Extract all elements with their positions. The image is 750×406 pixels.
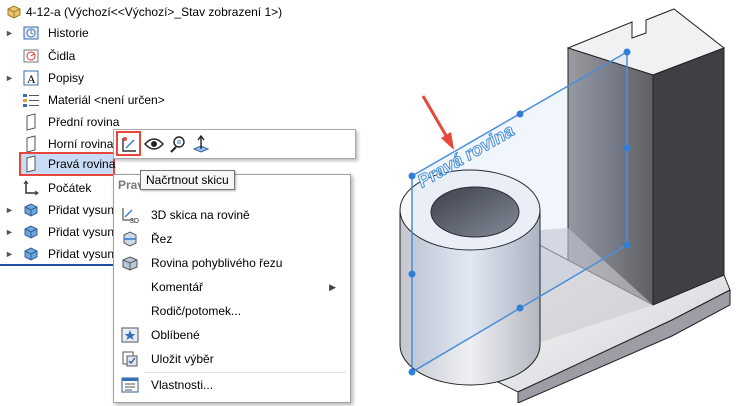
expand-arrow-icon[interactable]: ► — [5, 73, 14, 83]
moving-section-plane-icon — [120, 253, 140, 273]
annotations-icon: A — [21, 69, 41, 87]
save-selection-icon — [120, 349, 140, 369]
expand-arrow-icon[interactable]: ► — [5, 249, 14, 259]
history-folder-icon — [21, 24, 41, 42]
properties-icon — [120, 375, 140, 395]
menu-item-label: Řez — [151, 232, 173, 246]
favorites-star-icon — [120, 325, 140, 345]
expand-arrow-icon[interactable]: ► — [5, 28, 14, 38]
part-icon — [4, 3, 24, 21]
rollback-bar[interactable] — [0, 264, 113, 266]
tree-item-label: Pravá rovina — [48, 157, 116, 171]
tree-item-label: Přidat vysun — [48, 225, 115, 239]
tree-item-label: Popisy — [48, 71, 85, 85]
svg-text:3D: 3D — [130, 218, 139, 224]
expand-arrow-icon[interactable]: ► — [5, 227, 14, 237]
section-view-icon — [120, 229, 140, 249]
tree-item-label: Historie — [48, 26, 89, 40]
pointer-arrow — [421, 95, 454, 150]
menu-item-parent-child[interactable]: Rodič/potomek... — [114, 299, 350, 323]
menu-item-properties[interactable]: Vlastnosti... — [114, 373, 350, 397]
extrude-feature-icon — [21, 245, 41, 263]
svg-text:A: A — [27, 72, 36, 86]
tree-item-label: Přidat vysun — [48, 247, 115, 261]
context-menu: Pravá rovina 3D 3D skica na rovině Řez R… — [113, 174, 351, 403]
extrude-feature-icon — [21, 201, 41, 219]
material-icon — [21, 91, 41, 109]
tree-item-label: Materiál <není určen> — [48, 93, 165, 107]
expand-arrow-icon[interactable]: ► — [5, 205, 14, 215]
menu-item-label: Vlastnosti... — [151, 378, 214, 392]
extrude-feature-icon — [21, 223, 41, 241]
zoom-to-selection-icon[interactable] — [168, 134, 188, 154]
tree-root-label: 4-12-a (Výchozí<<Výchozí>_Stav zobrazení… — [26, 5, 283, 19]
show-hide-eye-icon[interactable] — [144, 134, 164, 154]
tree-item-label: Přední rovina — [48, 115, 120, 129]
plane-icon — [21, 155, 41, 173]
menu-item-moving-section-plane[interactable]: Rovina pohyblivého řezu — [114, 251, 350, 275]
menu-item-comment[interactable]: Komentář ▶ — [114, 275, 350, 299]
3d-sketch-icon: 3D — [120, 205, 140, 225]
graphics-viewport[interactable]: Pravá rovina — [350, 0, 750, 404]
menu-item-label: Komentář — [151, 280, 204, 294]
tree-item-label: Horní rovina — [48, 137, 114, 151]
tree-item-label: Počátek — [48, 181, 92, 195]
normal-to-icon[interactable] — [191, 134, 211, 154]
menu-item-favorites[interactable]: Oblíbené — [114, 323, 350, 347]
menu-item-save-selection[interactable]: Uložit výběr — [114, 347, 350, 371]
model-view: Pravá rovina — [399, 8, 731, 404]
tooltip: Načrtnout skicu — [140, 170, 235, 190]
sensors-icon — [21, 47, 41, 65]
plane-icon — [21, 135, 41, 153]
menu-item-3d-sketch-on-plane[interactable]: 3D 3D skica na rovině — [114, 203, 350, 227]
menu-item-label: 3D skica na rovině — [151, 208, 250, 222]
menu-item-label: Rovina pohyblivého řezu — [151, 256, 283, 270]
sketch-icon[interactable] — [119, 134, 139, 154]
tree-item-label: Přidat vysun — [48, 203, 115, 217]
menu-item-label: Rodič/potomek... — [151, 304, 242, 318]
tree-item-label: Čidla — [48, 49, 76, 63]
plane-icon — [21, 113, 41, 131]
menu-item-label: Uložit výběr — [151, 352, 214, 366]
menu-item-section[interactable]: Řez — [114, 227, 350, 251]
submenu-arrow-icon: ▶ — [329, 281, 336, 292]
context-toolbar — [113, 129, 356, 159]
menu-item-label: Oblíbené — [151, 328, 200, 342]
origin-icon — [21, 179, 41, 197]
